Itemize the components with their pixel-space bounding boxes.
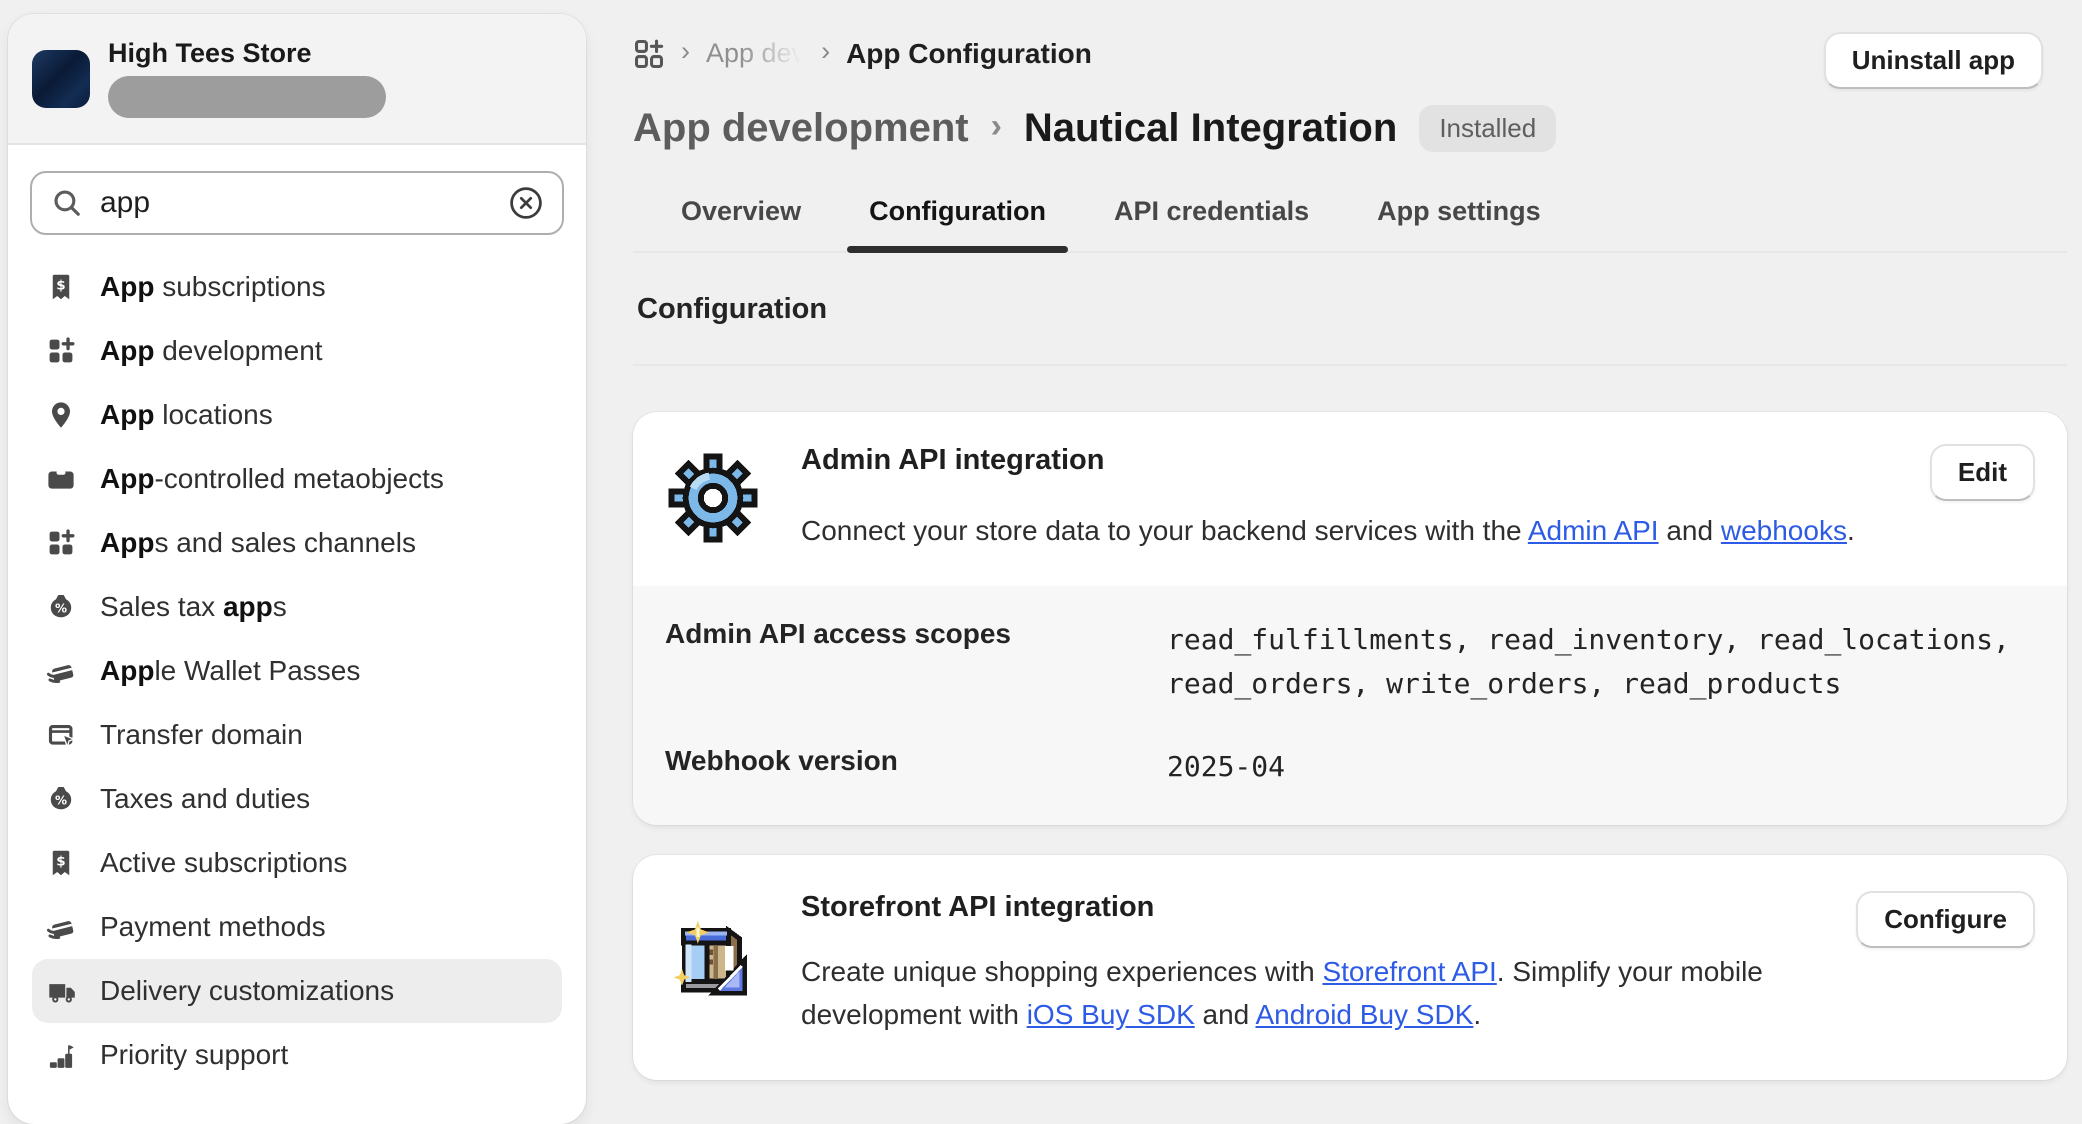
svg-text:%: % bbox=[55, 601, 67, 615]
tab-overview[interactable]: Overview bbox=[653, 186, 829, 251]
storefront-pixel-icon bbox=[665, 915, 761, 1011]
svg-text:$: $ bbox=[56, 853, 65, 869]
page-title: Nautical Integration bbox=[1024, 106, 1397, 151]
admin-api-link[interactable]: Admin API bbox=[1528, 515, 1659, 546]
divider bbox=[633, 364, 2067, 366]
search-results-list: $ App subscriptions App development App … bbox=[8, 249, 586, 1087]
sidebar-item-delivery-customizations[interactable]: Delivery customizations bbox=[32, 959, 562, 1023]
webhook-version-label: Webhook version bbox=[665, 745, 1167, 777]
tab-app-settings[interactable]: App settings bbox=[1349, 186, 1569, 251]
location-pin-icon bbox=[46, 400, 76, 430]
admin-card-description: Connect your store data to your backend … bbox=[801, 509, 1890, 552]
svg-text:$: $ bbox=[56, 277, 65, 293]
storefront-card-title: Storefront API integration bbox=[801, 891, 1816, 924]
store-header: High Tees Store bbox=[8, 14, 586, 145]
sidebar-item-app-subscriptions[interactable]: $ App subscriptions bbox=[32, 255, 562, 319]
installed-status-badge: Installed bbox=[1419, 105, 1556, 152]
tab-api-credentials[interactable]: API credentials bbox=[1086, 186, 1337, 251]
page-parent-link[interactable]: App development bbox=[633, 106, 969, 151]
card-hand-icon bbox=[46, 912, 76, 942]
money-bag-percent-icon: % bbox=[46, 784, 76, 814]
breadcrumb-current: App Configuration bbox=[846, 38, 1092, 70]
uninstall-app-button[interactable]: Uninstall app bbox=[1824, 32, 2043, 89]
chevron-right-icon: › bbox=[681, 36, 690, 71]
webhooks-link[interactable]: webhooks bbox=[1721, 515, 1847, 546]
sidebar-item-app-development[interactable]: App development bbox=[32, 319, 562, 383]
chevron-right-icon: › bbox=[969, 107, 1024, 150]
store-name: High Tees Store bbox=[108, 39, 386, 69]
domain-cursor-icon bbox=[46, 720, 76, 750]
gear-pixel-icon bbox=[665, 450, 761, 546]
sidebar-item-app-controlled-metaobjects[interactable]: App-controlled metaobjects bbox=[32, 447, 562, 511]
sidebar-item-priority-support[interactable]: Priority support bbox=[32, 1023, 562, 1087]
chevron-right-icon: › bbox=[821, 36, 830, 71]
tab-configuration[interactable]: Configuration bbox=[841, 186, 1074, 251]
storefront-api-link[interactable]: Storefront API bbox=[1322, 956, 1496, 987]
access-scopes-label: Admin API access scopes bbox=[665, 618, 1167, 650]
receipt-dollar-icon: $ bbox=[46, 272, 76, 302]
admin-api-card: Admin API integration Connect your store… bbox=[633, 412, 2067, 825]
svg-text:%: % bbox=[55, 793, 67, 807]
access-scopes-row: Admin API access scopes read_fulfillment… bbox=[665, 618, 2035, 705]
admin-card-details: Admin API access scopes read_fulfillment… bbox=[633, 586, 2067, 824]
sidebar-item-taxes-and-duties[interactable]: % Taxes and duties bbox=[32, 767, 562, 831]
apps-grid-icon bbox=[46, 528, 76, 558]
search-icon bbox=[50, 186, 84, 220]
android-buy-sdk-link[interactable]: Android Buy SDK bbox=[1255, 999, 1473, 1030]
main-content: › App dev › App Configuration Uninstall … bbox=[586, 0, 2082, 1094]
webhook-version-row: Webhook version 2025-04 bbox=[665, 745, 2035, 788]
delivery-truck-icon bbox=[46, 976, 76, 1006]
storefront-card-description: Create unique shopping experiences with … bbox=[801, 950, 1801, 1037]
money-bag-percent-icon: % bbox=[46, 592, 76, 622]
breadcrumb-parent[interactable]: App dev bbox=[706, 38, 805, 69]
sidebar-item-payment-methods[interactable]: Payment methods bbox=[32, 895, 562, 959]
podium-flag-icon bbox=[46, 1040, 76, 1070]
card-hand-icon bbox=[46, 656, 76, 686]
clear-search-button[interactable] bbox=[508, 185, 544, 221]
store-logo bbox=[32, 50, 90, 108]
search-sidebar: High Tees Store $ App subscripti bbox=[8, 14, 586, 1124]
sidebar-item-apple-wallet-passes[interactable]: Apple Wallet Passes bbox=[32, 639, 562, 703]
breadcrumb: › App dev › App Configuration bbox=[633, 32, 1092, 71]
section-title: Configuration bbox=[637, 293, 2067, 326]
tab-bar: Overview Configuration API credentials A… bbox=[633, 186, 2067, 253]
search-input[interactable] bbox=[100, 186, 492, 220]
receipt-dollar-icon: $ bbox=[46, 848, 76, 878]
store-domain-redacted bbox=[108, 76, 386, 118]
admin-card-title: Admin API integration bbox=[801, 444, 1890, 477]
sidebar-item-apps-and-sales-channels[interactable]: Apps and sales channels bbox=[32, 511, 562, 575]
sidebar-item-transfer-domain[interactable]: Transfer domain bbox=[32, 703, 562, 767]
apps-grid-icon bbox=[633, 38, 665, 70]
apps-grid-icon bbox=[46, 336, 76, 366]
configure-button[interactable]: Configure bbox=[1856, 891, 2035, 948]
edit-button[interactable]: Edit bbox=[1930, 444, 2035, 501]
webhook-version-value: 2025-04 bbox=[1167, 745, 1285, 788]
search-box bbox=[30, 171, 564, 235]
metaobject-icon bbox=[46, 464, 76, 494]
sidebar-item-sales-tax-apps[interactable]: % Sales tax apps bbox=[32, 575, 562, 639]
storefront-api-card: Storefront API integration Create unique… bbox=[633, 855, 2067, 1081]
ios-buy-sdk-link[interactable]: iOS Buy SDK bbox=[1027, 999, 1195, 1030]
sidebar-item-active-subscriptions[interactable]: $ Active subscriptions bbox=[32, 831, 562, 895]
access-scopes-value: read_fulfillments, read_inventory, read_… bbox=[1167, 618, 2035, 705]
sidebar-item-app-locations[interactable]: App locations bbox=[32, 383, 562, 447]
